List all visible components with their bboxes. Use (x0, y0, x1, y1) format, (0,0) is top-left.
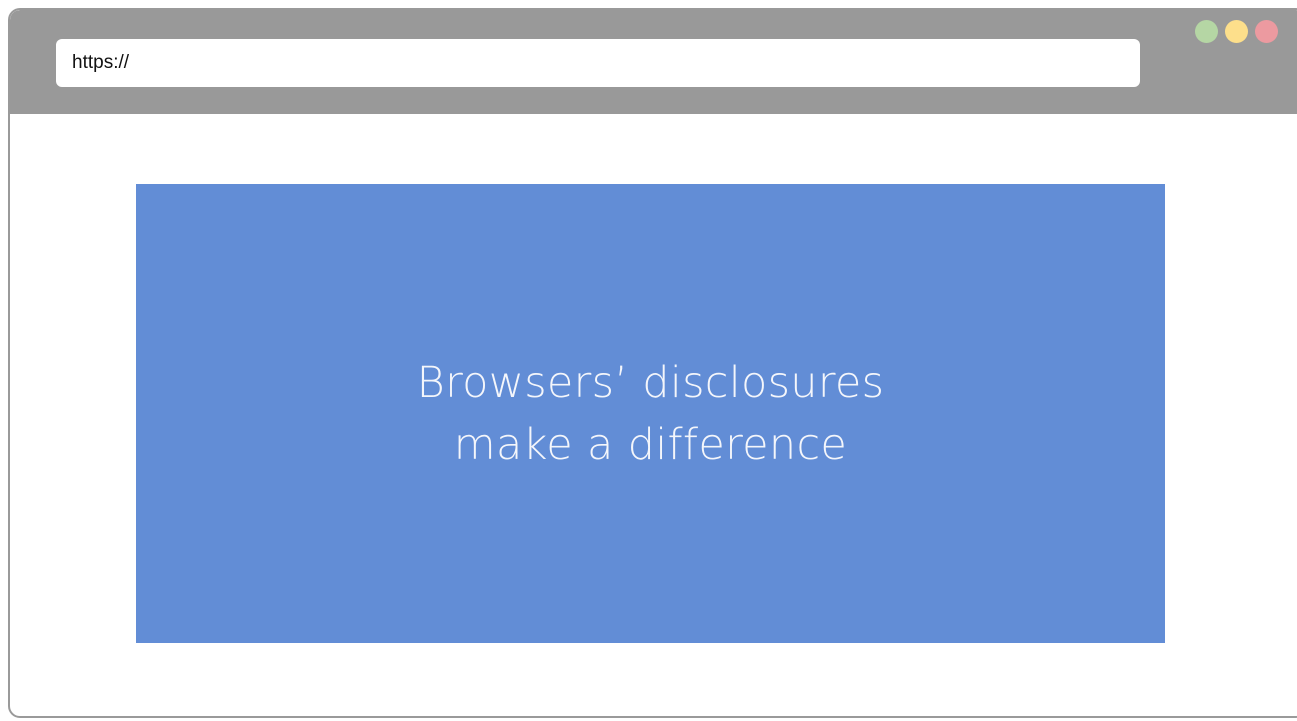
yellow-dot-icon[interactable] (1225, 20, 1248, 43)
title-bar: https:// (10, 10, 1297, 114)
window-controls (1195, 20, 1278, 43)
slide-heading-line-1: Browsers’ disclosures (416, 357, 885, 408)
slide-heading: Browsers’ disclosures make a difference (417, 352, 885, 476)
green-dot-icon[interactable] (1195, 20, 1218, 43)
address-text: https:// (72, 52, 130, 73)
address-bar[interactable]: https:// (56, 39, 1140, 87)
slide-heading-line-2: make a difference (453, 419, 848, 470)
slide-panel: Browsers’ disclosures make a difference (136, 184, 1165, 643)
red-dot-icon[interactable] (1255, 20, 1278, 43)
